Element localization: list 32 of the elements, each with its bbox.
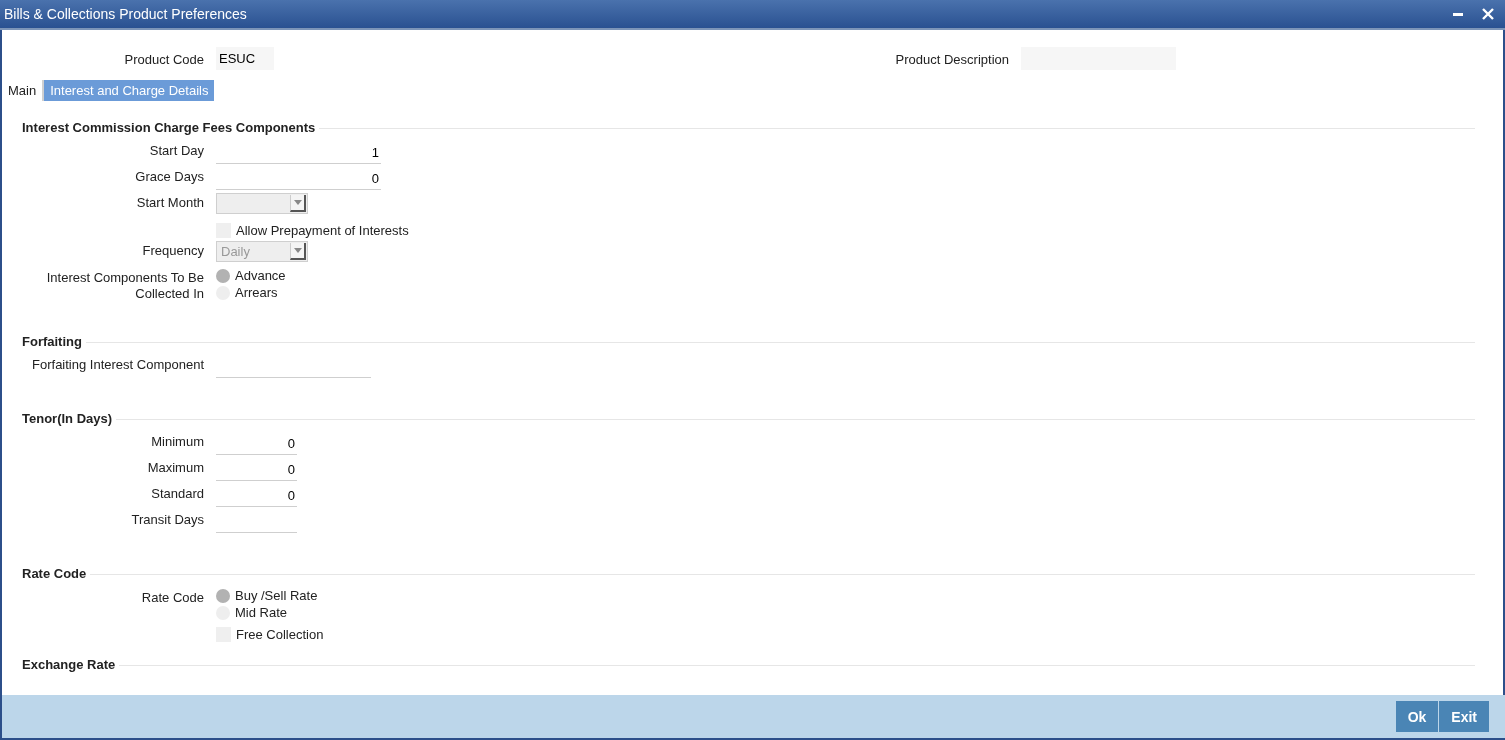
field-label: Start Month (135, 194, 204, 210)
exit-button[interactable]: Exit (1439, 701, 1489, 732)
section-heading: Rate Code (22, 566, 88, 581)
radio-label: Buy /Sell Rate (235, 588, 318, 603)
field-label: Transit Days (130, 511, 204, 527)
field-label: Standard (150, 485, 204, 501)
radio-button[interactable] (216, 268, 230, 283)
radio-label: Advance (235, 268, 286, 283)
tab[interactable]: Main (2, 80, 43, 101)
section-heading: Exchange Rate (22, 657, 117, 672)
checkbox-label: Free Collection (236, 626, 324, 642)
ok-button[interactable]: Ok (1395, 701, 1439, 732)
section-heading: Interest Commission Charge Fees Components (22, 120, 317, 135)
section-heading: Tenor(In Days) (22, 411, 114, 426)
section-heading: Forfaiting (22, 334, 83, 349)
field-label: Start Day (148, 142, 204, 158)
dropdown[interactable] (216, 193, 308, 214)
field-label: Rate Code (140, 589, 204, 606)
field-label: Maximum (146, 459, 204, 475)
radio-label: Arrears (235, 285, 278, 300)
field-label: Minimum (150, 433, 204, 449)
radio-label: Mid Rate (235, 605, 288, 620)
radio-button[interactable] (216, 588, 230, 603)
checkbox-label: Allow Prepayment of Interests (236, 222, 409, 238)
field-label: Frequency (141, 242, 204, 258)
text-field[interactable]: ESUC (216, 46, 274, 70)
field-label: Interest Components To Be Collected In (45, 269, 204, 302)
field-label: Product Code (123, 50, 204, 67)
window-title: Bills & Collections Product Preferences (4, 6, 248, 22)
field-label: Grace Days (134, 168, 204, 184)
field-label: Forfaiting Interest Component (31, 356, 204, 372)
field-label: Product Description (894, 50, 1009, 67)
